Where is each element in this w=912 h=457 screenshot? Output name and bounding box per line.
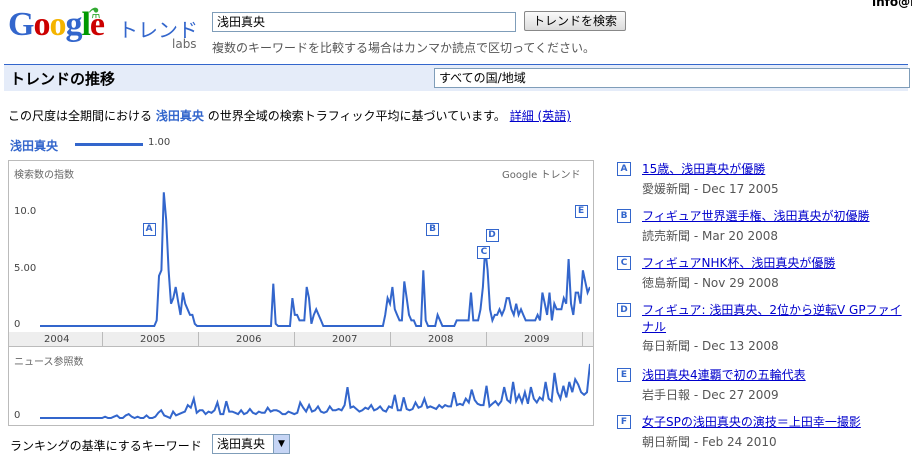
- news-marker-c[interactable]: C: [617, 256, 631, 270]
- chart-marker-a[interactable]: A: [142, 223, 156, 236]
- scale-note: この尺度は全期間における 浅田真央 の世界全域の検索トラフィック平均に基づいてい…: [8, 107, 571, 124]
- news-volume-line: [40, 363, 590, 420]
- chevron-down-icon[interactable]: ▼: [273, 435, 289, 453]
- chart-marker-c[interactable]: C: [477, 246, 491, 259]
- news-title-link[interactable]: フィギュア: 浅田真央、2位から逆転V GPファイナル: [642, 301, 908, 335]
- news-title-link[interactable]: フィギュアNHK杯、浅田真央が優勝: [642, 254, 908, 271]
- search-input[interactable]: 浅田真央: [212, 12, 516, 32]
- ranking-select[interactable]: 浅田真央 ▼: [212, 434, 290, 454]
- news-volume-plot: [40, 363, 590, 420]
- ranking-select-value: 浅田真央: [217, 437, 266, 451]
- news-marker-f[interactable]: F: [617, 415, 631, 429]
- user-email[interactable]: info@l: [872, 0, 912, 9]
- search-hint: 複数のキーワードを比較する場合はカンマか読点で区切ってください。: [212, 41, 596, 55]
- news-marker-d[interactable]: D: [617, 303, 631, 317]
- year-label-2004: 2004: [44, 334, 70, 345]
- news-source: 朝日新聞 - Feb 24 2010: [642, 435, 777, 449]
- news-source: 岩手日報 - Dec 27 2009: [642, 388, 779, 402]
- legend-keyword[interactable]: 浅田真央: [10, 137, 58, 154]
- year-label-2006: 2006: [236, 334, 262, 345]
- news-source: 愛媛新聞 - Dec 17 2005: [642, 182, 779, 196]
- search-button[interactable]: トレンドを検索: [524, 11, 627, 31]
- scale-note-keyword: 浅田真央: [155, 109, 204, 123]
- ytick-10: 10.0: [14, 206, 37, 217]
- scale-note-prefix: この尺度は全期間における: [8, 109, 153, 123]
- year-gridline: [486, 332, 487, 346]
- year-gridline: [198, 332, 199, 346]
- ytick-0: 0: [14, 319, 21, 330]
- year-gridline: [294, 332, 295, 346]
- year-gridline: [582, 332, 583, 346]
- news-source: 読売新聞 - Mar 20 2008: [642, 229, 779, 243]
- search-volume-plot: [40, 192, 590, 327]
- region-select[interactable]: すべての国/地域: [434, 68, 910, 88]
- labs-label: labs: [172, 37, 197, 51]
- legend-value: 1.00: [148, 137, 171, 148]
- chart-marker-d[interactable]: D: [485, 229, 499, 242]
- news-source: 徳島新聞 - Nov 29 2008: [642, 276, 779, 290]
- news-title-link[interactable]: 15歳、浅田真央が優勝: [642, 160, 908, 177]
- chart-marker-e[interactable]: E: [574, 205, 588, 218]
- year-label-2005: 2005: [140, 334, 166, 345]
- year-label-2007: 2007: [332, 334, 358, 345]
- flask-icon: ⚗: [88, 6, 101, 22]
- year-axis: [8, 332, 594, 346]
- news-ytick-0: 0: [14, 410, 21, 421]
- news-source: 毎日新聞 - Dec 13 2008: [642, 339, 779, 353]
- search-volume-line: [40, 192, 590, 327]
- year-label-2008: 2008: [428, 334, 454, 345]
- news-title-link[interactable]: 浅田真央4連覇で初の五輪代表: [642, 366, 908, 383]
- section-title: トレンドの推移: [10, 70, 116, 88]
- year-label-2009: 2009: [524, 334, 550, 345]
- news-marker-b[interactable]: B: [617, 209, 631, 223]
- news-marker-a[interactable]: A: [617, 162, 631, 176]
- year-gridline: [102, 332, 103, 346]
- scale-note-suffix: の世界全域の検索トラフィック平均に基づいています。: [207, 109, 506, 123]
- news-title-link[interactable]: 女子SPの浅田真央の演技＝上田幸一撮影: [642, 413, 908, 430]
- details-link[interactable]: 詳細 (英語): [510, 109, 571, 123]
- legend-line: [75, 143, 143, 146]
- news-marker-e[interactable]: E: [617, 368, 631, 382]
- chart-marker-b[interactable]: B: [426, 223, 440, 236]
- ranking-label: ランキングの基準にするキーワード: [10, 439, 202, 453]
- ytick-5: 5.00: [14, 263, 37, 274]
- news-title-link[interactable]: フィギュア世界選手権、浅田真央が初優勝: [642, 207, 908, 224]
- year-gridline: [390, 332, 391, 346]
